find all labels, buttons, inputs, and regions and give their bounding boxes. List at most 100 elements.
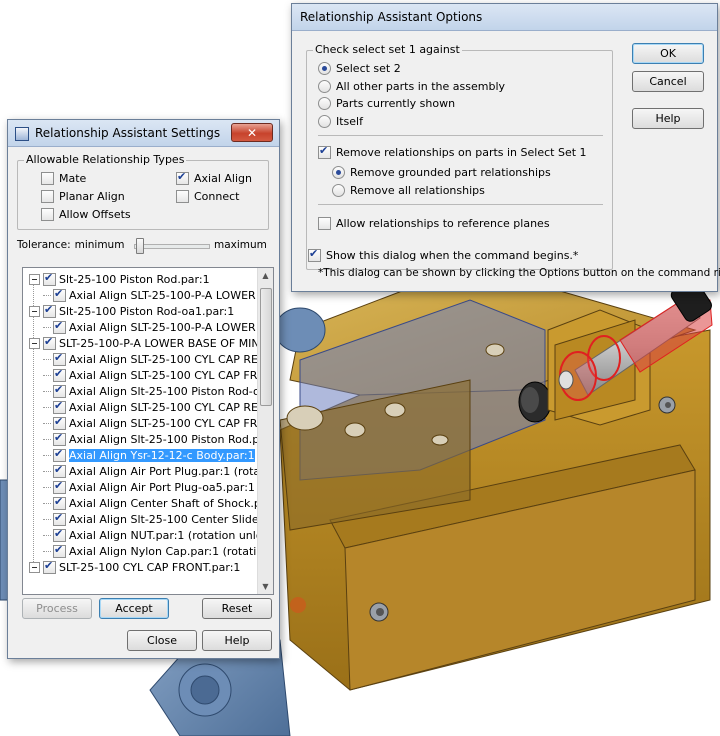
options-help-button[interactable]: Help: [632, 108, 704, 129]
cancel-button[interactable]: Cancel: [632, 71, 704, 92]
options-dialog-body: Check select set 1 against Select set 2 …: [298, 32, 720, 285]
scroll-thumb[interactable]: [260, 288, 272, 406]
settings-dialog: Relationship Assistant Settings ✕ Allowa…: [7, 119, 280, 659]
tree-relationship-node[interactable]: Axial Align Nylon Cap.par:1 (rotatio: [43, 543, 263, 559]
options-footnote: *This dialog can be shown by clicking th…: [318, 265, 720, 281]
tolerance-slider-track[interactable]: [134, 244, 210, 249]
checkbox-indicator[interactable]: [41, 207, 54, 221]
tree-part-node[interactable]: SLT-25-100 CYL CAP FRONT.par:1: [29, 559, 240, 575]
planar-align-checkbox[interactable]: Planar Align: [41, 188, 125, 204]
tree-part-node[interactable]: SLT-25-100-P-A LOWER BASE OF MIN: [29, 335, 260, 351]
radio-indicator[interactable]: [332, 183, 345, 197]
relationship-tree[interactable]: Slt-25-100 Piston Rod.par:1 Axial Align S…: [22, 267, 274, 595]
tree-relationship-node[interactable]: Axial Align SLT-25-100-P-A LOWER: [43, 319, 256, 335]
tree-relationship-node[interactable]: Axial Align SLT-25-100-P-A LOWER: [43, 287, 256, 303]
collapse-icon[interactable]: [29, 306, 40, 317]
reset-button[interactable]: Reset: [202, 598, 272, 619]
tree-scrollbar[interactable]: ▲ ▼: [257, 268, 273, 594]
tolerance-slider-thumb[interactable]: [136, 238, 144, 254]
tree-checkbox[interactable]: [43, 303, 56, 318]
tree-checkbox[interactable]: [53, 479, 66, 494]
tree-checkbox[interactable]: [43, 271, 56, 286]
checkbox-indicator[interactable]: [176, 189, 189, 203]
tree-part-node[interactable]: Slt-25-100 Piston Rod.par:1: [29, 271, 210, 287]
close-button[interactable]: Close: [127, 630, 197, 651]
settings-titlebar[interactable]: Relationship Assistant Settings ✕: [8, 120, 279, 147]
remove-relationships-checkbox[interactable]: Remove relationships on parts in Select …: [318, 144, 587, 160]
tree-relationship-node[interactable]: Axial Align Ysr-12-12-c Body.par:1: [43, 447, 255, 463]
collapse-icon[interactable]: [29, 338, 40, 349]
tree-checkbox[interactable]: [53, 399, 66, 414]
connect-checkbox[interactable]: Connect: [176, 188, 239, 204]
tree-checkbox[interactable]: [53, 415, 66, 430]
tree-relationship-node[interactable]: Axial Align SLT-25-100 CYL CAP RE: [43, 399, 258, 415]
tree-checkbox[interactable]: [53, 543, 66, 558]
tree-checkbox[interactable]: [53, 463, 66, 478]
mate-checkbox[interactable]: Mate: [41, 170, 86, 186]
checkbox-indicator[interactable]: [41, 171, 54, 185]
tree-relationship-node[interactable]: Axial Align SLT-25-100 CYL CAP RE: [43, 351, 258, 367]
radio-indicator[interactable]: [318, 114, 331, 128]
steel-knob: [274, 307, 326, 353]
tree-checkbox[interactable]: [53, 367, 66, 382]
checkbox-indicator[interactable]: [41, 189, 54, 203]
tree-checkbox[interactable]: [53, 319, 66, 334]
checkbox-indicator[interactable]: [176, 170, 189, 185]
radio-indicator[interactable]: [318, 79, 331, 93]
radio-remove-all[interactable]: Remove all relationships: [332, 182, 485, 198]
settings-help-button[interactable]: Help: [202, 630, 272, 651]
process-button[interactable]: Process: [22, 598, 92, 619]
tree-checkbox[interactable]: [53, 287, 66, 302]
tree-part-node[interactable]: Slt-25-100 Piston Rod-oa1.par:1: [29, 303, 234, 319]
tree-checkbox[interactable]: [43, 559, 56, 574]
tree-checkbox[interactable]: [53, 351, 66, 366]
collapse-icon[interactable]: [29, 562, 40, 573]
radio-select-set-2[interactable]: Select set 2: [318, 60, 401, 76]
radio-indicator[interactable]: [318, 96, 331, 110]
axial-align-checkbox[interactable]: Axial Align: [176, 170, 252, 186]
allow-offsets-checkbox[interactable]: Allow Offsets: [41, 206, 131, 222]
radio-remove-grounded[interactable]: Remove grounded part relationships: [332, 164, 551, 180]
tree-checkbox[interactable]: [53, 495, 66, 510]
tree-relationship-node[interactable]: Axial Align Air Port Plug.par:1 (rotat: [43, 463, 265, 479]
accept-button[interactable]: Accept: [99, 598, 169, 619]
tree-relationship-node[interactable]: Axial Align SLT-25-100 CYL CAP FR: [43, 415, 257, 431]
tree-relationship-node[interactable]: Axial Align Slt-25-100 Piston Rod.par: [43, 431, 271, 447]
radio-all-other-parts[interactable]: All other parts in the assembly: [318, 78, 505, 94]
tree-node-label: SLT-25-100-P-A LOWER BASE OF MIN: [59, 337, 260, 350]
tree-checkbox[interactable]: [53, 431, 66, 446]
tree-connector: [43, 391, 51, 392]
scroll-down-icon[interactable]: ▼: [258, 579, 273, 594]
tree-relationship-node[interactable]: Axial Align Slt-25-100 Center Slide.pa: [43, 511, 273, 527]
checkbox-indicator[interactable]: [318, 216, 331, 230]
tree-connector: [43, 551, 51, 552]
show-dialog-checkbox[interactable]: Show this dialog when the command begins…: [308, 247, 578, 263]
collapse-icon[interactable]: [29, 274, 40, 285]
tree-relationship-node[interactable]: Axial Align NUT.par:1 (rotation unlo: [43, 527, 263, 543]
scroll-up-icon[interactable]: ▲: [258, 268, 273, 283]
allow-reference-planes-checkbox[interactable]: Allow relationships to reference planes: [318, 215, 550, 231]
tree-checkbox[interactable]: [53, 447, 66, 462]
tree-connector: [43, 519, 51, 520]
radio-parts-shown[interactable]: Parts currently shown: [318, 95, 455, 111]
tree-checkbox[interactable]: [53, 511, 66, 526]
radio-indicator[interactable]: [332, 165, 345, 179]
tree-checkbox[interactable]: [43, 335, 56, 350]
tree-checkbox[interactable]: [53, 527, 66, 542]
tree-relationship-node[interactable]: Axial Align Air Port Plug-oa5.par:1 (: [43, 479, 263, 495]
tree-relationship-node[interactable]: Axial Align Center Shaft of Shock.pa: [43, 495, 268, 511]
tree-node-label: Axial Align Air Port Plug.par:1 (rotat: [69, 465, 265, 478]
radio-indicator[interactable]: [318, 61, 331, 75]
ok-button[interactable]: OK: [632, 43, 704, 64]
tree-relationship-node[interactable]: Axial Align SLT-25-100 CYL CAP FR: [43, 367, 257, 383]
checkbox-indicator[interactable]: [308, 247, 321, 262]
tolerance-max-label: maximum: [214, 239, 267, 251]
close-icon[interactable]: ✕: [231, 123, 273, 142]
options-titlebar[interactable]: Relationship Assistant Options: [292, 4, 717, 31]
checkbox-indicator[interactable]: [318, 144, 331, 159]
tree-node-label: Axial Align NUT.par:1 (rotation unlo: [69, 529, 263, 542]
tree-connector: [43, 487, 51, 488]
radio-itself[interactable]: Itself: [318, 113, 363, 129]
tree-checkbox[interactable]: [53, 383, 66, 398]
tree-relationship-node[interactable]: Axial Align Slt-25-100 Piston Rod-oa1: [43, 383, 273, 399]
